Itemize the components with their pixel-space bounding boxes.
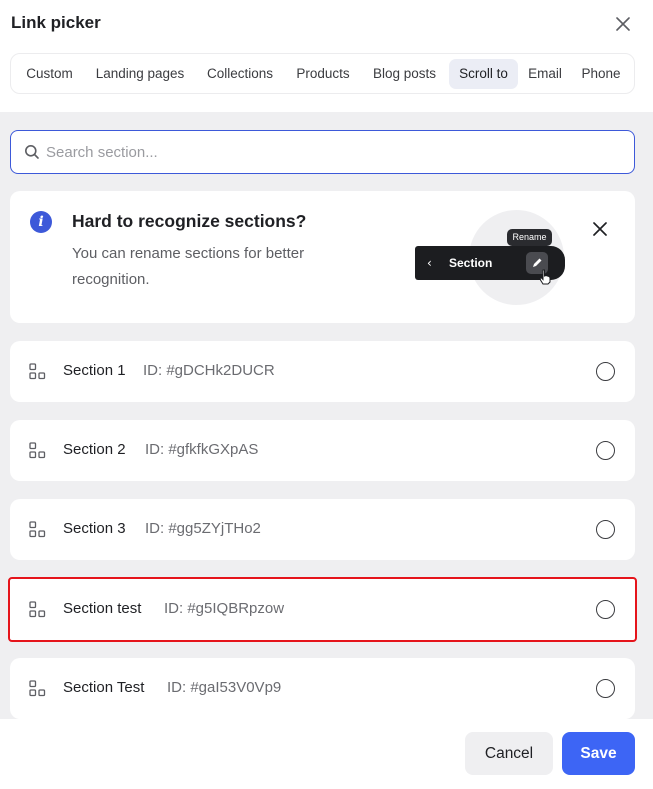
- section-radio[interactable]: [596, 520, 615, 539]
- dismiss-tip-button[interactable]: [588, 217, 612, 241]
- save-button[interactable]: Save: [562, 732, 635, 775]
- section-id: ID: #g5IQBRpzow: [164, 600, 285, 617]
- search-input[interactable]: [46, 138, 616, 166]
- section-layout-icon: [29, 363, 46, 380]
- section-row[interactable]: Section 3 ID: #gg5ZYjTHo2: [10, 499, 635, 560]
- info-icon: i: [30, 211, 52, 233]
- tab-collections[interactable]: Collections: [197, 59, 283, 89]
- hand-cursor-icon: [539, 269, 551, 285]
- tab-custom[interactable]: Custom: [16, 59, 83, 89]
- search-box: [10, 130, 635, 174]
- close-icon: [616, 17, 630, 31]
- chevron-left-icon: ‹: [427, 256, 432, 270]
- section-layout-icon: [29, 601, 46, 618]
- section-radio[interactable]: [596, 362, 615, 381]
- link-picker-modal: Link picker Custom Landing pages Collect…: [0, 0, 653, 789]
- section-row[interactable]: Section 2 ID: #gfkfkGXpAS: [10, 420, 635, 481]
- tab-products[interactable]: Products: [287, 59, 359, 89]
- close-button[interactable]: [611, 12, 635, 36]
- modal-header: Link picker Custom Landing pages Collect…: [0, 0, 653, 112]
- rename-tip-card: i Hard to recognize sections? You can re…: [10, 191, 635, 323]
- tab-email[interactable]: Email: [522, 59, 568, 89]
- section-layout-icon: [29, 680, 46, 697]
- section-name: Section test: [63, 600, 142, 617]
- modal-footer: Cancel Save: [0, 719, 653, 789]
- search-icon: [25, 145, 39, 159]
- illustration-section-label: Section: [449, 256, 493, 270]
- tab-scroll-to[interactable]: Scroll to: [449, 59, 518, 89]
- section-name: Section Test: [63, 679, 145, 696]
- section-layout-icon: [29, 521, 46, 538]
- section-layout-icon: [29, 442, 46, 459]
- section-radio[interactable]: [596, 679, 615, 698]
- close-icon: [593, 222, 607, 236]
- modal-title: Link picker: [11, 13, 101, 32]
- section-radio[interactable]: [596, 441, 615, 460]
- section-row[interactable]: Section Test ID: #gaI53V0Vp9: [10, 658, 635, 719]
- section-name: Section 2: [63, 441, 126, 458]
- cancel-button[interactable]: Cancel: [465, 732, 553, 775]
- tip-title: Hard to recognize sections?: [72, 211, 307, 231]
- section-radio[interactable]: [596, 600, 615, 619]
- section-name: Section 1: [63, 362, 126, 379]
- section-id: ID: #gDCHk2DUCR: [143, 362, 275, 379]
- tab-landing-pages[interactable]: Landing pages: [87, 59, 193, 89]
- section-row[interactable]: Section 1 ID: #gDCHk2DUCR: [10, 341, 635, 402]
- section-id: ID: #gaI53V0Vp9: [167, 679, 282, 696]
- section-id: ID: #gfkfkGXpAS: [145, 441, 259, 458]
- section-name: Section 3: [63, 520, 126, 537]
- scroll-to-panel: i Hard to recognize sections? You can re…: [0, 112, 653, 719]
- tab-blog-posts[interactable]: Blog posts: [363, 59, 446, 89]
- section-id: ID: #gg5ZYjTHo2: [145, 520, 261, 537]
- tip-description: You can rename sections for better recog…: [72, 245, 305, 288]
- tab-phone[interactable]: Phone: [574, 59, 628, 89]
- link-type-tabs: Custom Landing pages Collections Product…: [10, 53, 635, 94]
- illustration-rename-tooltip: Rename: [507, 229, 552, 246]
- section-row[interactable]: Section test ID: #g5IQBRpzow: [8, 577, 637, 642]
